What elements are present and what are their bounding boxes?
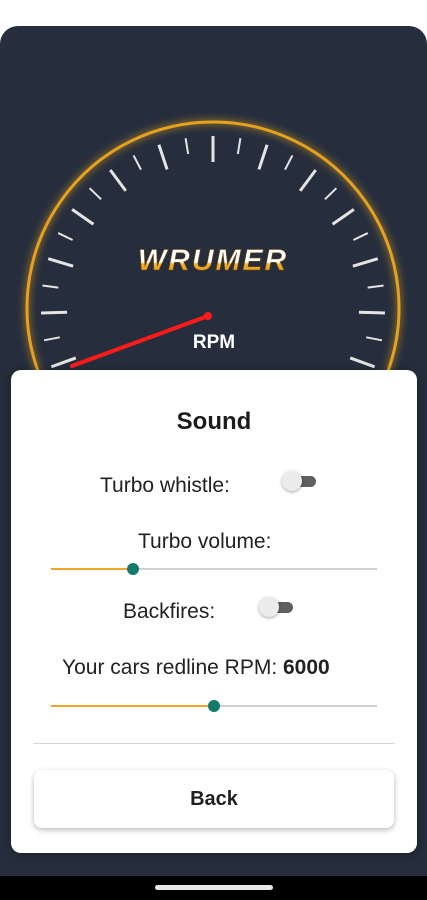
gauge-tick: [324, 187, 338, 201]
gauge-tick: [284, 154, 294, 171]
gauge-tick: [41, 310, 68, 315]
home-indicator[interactable]: [155, 885, 273, 890]
sound-dialog: Sound Turbo whistle: Turbo volume: Backf…: [11, 370, 417, 853]
turbo-whistle-toggle[interactable]: [282, 471, 318, 491]
gauge-tick: [331, 208, 355, 226]
gauge-tick: [352, 257, 379, 268]
slider-fill: [51, 705, 214, 707]
gauge-tick: [352, 232, 369, 241]
gauge-tick: [43, 336, 60, 342]
turbo-whistle-label: Turbo whistle:: [100, 474, 230, 497]
redline-label: Your cars redline RPM: 6000: [62, 656, 330, 680]
redline-label-text: Your cars redline RPM:: [62, 656, 283, 679]
slider-knob[interactable]: [208, 700, 220, 712]
back-button[interactable]: Back: [34, 770, 394, 828]
gauge-tick: [367, 284, 384, 289]
gauge-tick: [184, 138, 190, 155]
gauge-tick: [236, 138, 242, 155]
gauge-tick: [42, 284, 59, 289]
brand-logo: WRUMER: [138, 244, 288, 277]
gauge-tick: [257, 144, 269, 170]
toggle-thumb: [282, 471, 302, 491]
gauge-tick: [109, 169, 128, 192]
turbo-volume-label: Turbo volume:: [138, 530, 272, 553]
needle-tip: [204, 312, 212, 320]
slider-fill: [51, 568, 133, 570]
toggle-thumb: [259, 597, 279, 617]
divider: [33, 743, 395, 744]
dialog-title: Sound: [176, 408, 252, 435]
rpm-needle: [70, 314, 210, 368]
backfires-label: Backfires:: [123, 600, 216, 623]
gauge-tick: [47, 257, 74, 268]
gauge-tick: [358, 310, 385, 315]
gauge-tick: [71, 208, 95, 226]
gauge-tick: [298, 169, 317, 192]
status-bar: [0, 0, 427, 26]
system-navigation-bar: [0, 876, 427, 900]
gauge-tick: [88, 187, 102, 201]
gauge-tick: [57, 232, 74, 241]
gauge-tick: [366, 336, 383, 342]
rpm-gauge: WRUMER RPM: [25, 120, 401, 373]
redline-value: 6000: [282, 656, 330, 679]
redline-rpm-slider[interactable]: [51, 694, 377, 718]
gauge-tick: [132, 154, 142, 171]
turbo-volume-slider[interactable]: [51, 557, 377, 581]
gauge-tick: [157, 144, 169, 170]
slider-knob[interactable]: [126, 563, 139, 575]
gauge-tick: [349, 356, 376, 369]
backfires-toggle[interactable]: [259, 597, 295, 617]
rpm-label: RPM: [193, 332, 235, 353]
